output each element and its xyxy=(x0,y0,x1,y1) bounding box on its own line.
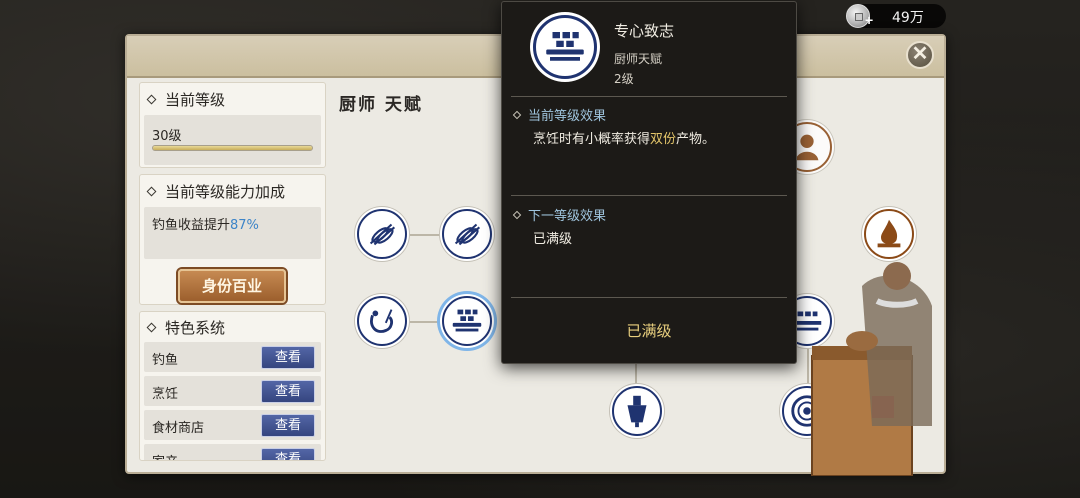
fish-talent-node[interactable] xyxy=(357,209,407,259)
cleaver-icon xyxy=(627,395,647,428)
view-property-button[interactable]: 查看 xyxy=(261,448,315,460)
next-effect-title-text: 下一等级效果 xyxy=(528,209,607,224)
feature-label: 食材商店 xyxy=(152,421,205,436)
current-effect-text-b: 产物。 xyxy=(676,132,716,147)
knife-talent-node[interactable] xyxy=(612,386,662,436)
tooltip-divider xyxy=(511,297,787,298)
food-plate-icon xyxy=(546,32,584,61)
fishing-hook-talent-node[interactable] xyxy=(357,296,407,346)
fish-icon xyxy=(454,223,481,246)
tooltip-divider xyxy=(511,195,787,196)
focus-talent-node[interactable] xyxy=(442,296,492,346)
bonus-label: 钓鱼收益提升 xyxy=(152,218,231,233)
fish-icon xyxy=(369,223,396,246)
features-title-text: 特色系统 xyxy=(165,318,226,337)
feature-label: 家产 xyxy=(152,451,178,460)
diamond-bullet-icon xyxy=(512,110,522,119)
level-value: 30级 xyxy=(152,129,182,144)
diamond-bullet-icon xyxy=(146,186,157,196)
features-card: 特色系统 钓鱼 查看 烹饪 查看 食材商店 查看 家产 查看 xyxy=(139,311,326,461)
current-effect-title-text: 当前等级效果 xyxy=(528,109,607,124)
tooltip-talent-icon xyxy=(533,15,597,79)
features-title: 特色系统 xyxy=(140,312,325,342)
diamond-bullet-icon xyxy=(146,322,157,332)
view-cooking-button[interactable]: 查看 xyxy=(261,380,315,403)
current-effect-title: 当前等级效果 xyxy=(512,105,607,124)
current-effect-text: 烹饪时有小概率获得双份产物。 xyxy=(533,128,715,147)
current-level-title-text: 当前等级 xyxy=(165,90,226,109)
tooltip-talent-type: 厨师天赋 xyxy=(614,52,663,66)
tooltip-divider xyxy=(511,96,787,97)
tooltip-talent-name: 专心致志 xyxy=(614,22,675,40)
level-progress-bar xyxy=(152,145,313,151)
diamond-bullet-icon xyxy=(512,210,522,219)
ability-bonus-title-text: 当前等级能力加成 xyxy=(165,182,286,201)
currency-display[interactable]: + 49万 xyxy=(846,4,946,28)
current-effect-text-a: 烹饪时有小概率获得 xyxy=(533,132,651,147)
bonus-box: 钓鱼收益提升87% xyxy=(144,207,321,259)
feature-row-property: 家产 查看 xyxy=(144,444,321,460)
food-plate-icon xyxy=(452,309,482,332)
level-box: 30级 xyxy=(144,115,321,165)
chef-illustration xyxy=(811,262,932,476)
ability-bonus-card: 当前等级能力加成 钓鱼收益提升87% 身份百业 xyxy=(139,174,326,305)
current-level-card: 当前等级 30级 xyxy=(139,82,326,168)
next-effect-title: 下一等级效果 xyxy=(512,205,607,224)
fish-talent-node[interactable] xyxy=(442,209,492,259)
feature-label: 钓鱼 xyxy=(152,353,179,368)
diamond-bullet-icon xyxy=(146,94,157,104)
currency-amount: 49万 xyxy=(892,10,924,26)
bonus-text: 钓鱼收益提升87% xyxy=(152,214,259,233)
view-fishing-button[interactable]: 查看 xyxy=(261,346,315,369)
tooltip-talent-level: 2级 xyxy=(614,72,634,86)
add-currency-icon[interactable]: + xyxy=(865,12,873,28)
ability-bonus-title: 当前等级能力加成 xyxy=(140,175,325,207)
feature-row-fishing: 钓鱼 查看 xyxy=(144,342,321,372)
talent-tooltip: 专心致志 厨师天赋 2级 当前等级效果 烹饪时有小概率获得双份产物。 下一等级效… xyxy=(501,1,797,364)
fishing-hook-icon xyxy=(370,309,393,333)
level-progress-fill xyxy=(153,146,312,150)
current-level-title: 当前等级 xyxy=(140,83,325,115)
feature-row-ingredient-shop: 食材商店 查看 xyxy=(144,410,321,440)
identity-button[interactable]: 身份百业 xyxy=(178,269,286,303)
bonus-value: 87% xyxy=(230,218,259,233)
next-effect-text: 已满级 xyxy=(533,232,573,247)
close-button[interactable]: ✕ xyxy=(906,41,934,69)
current-effect-highlight: 双份 xyxy=(650,132,677,147)
tree-title: 厨师 天赋 xyxy=(339,95,423,115)
feature-row-cooking: 烹饪 查看 xyxy=(144,376,321,406)
feature-label: 烹饪 xyxy=(152,387,179,402)
view-ingredient-shop-button[interactable]: 查看 xyxy=(261,414,315,437)
max-level-status: 已满级 xyxy=(626,322,672,340)
